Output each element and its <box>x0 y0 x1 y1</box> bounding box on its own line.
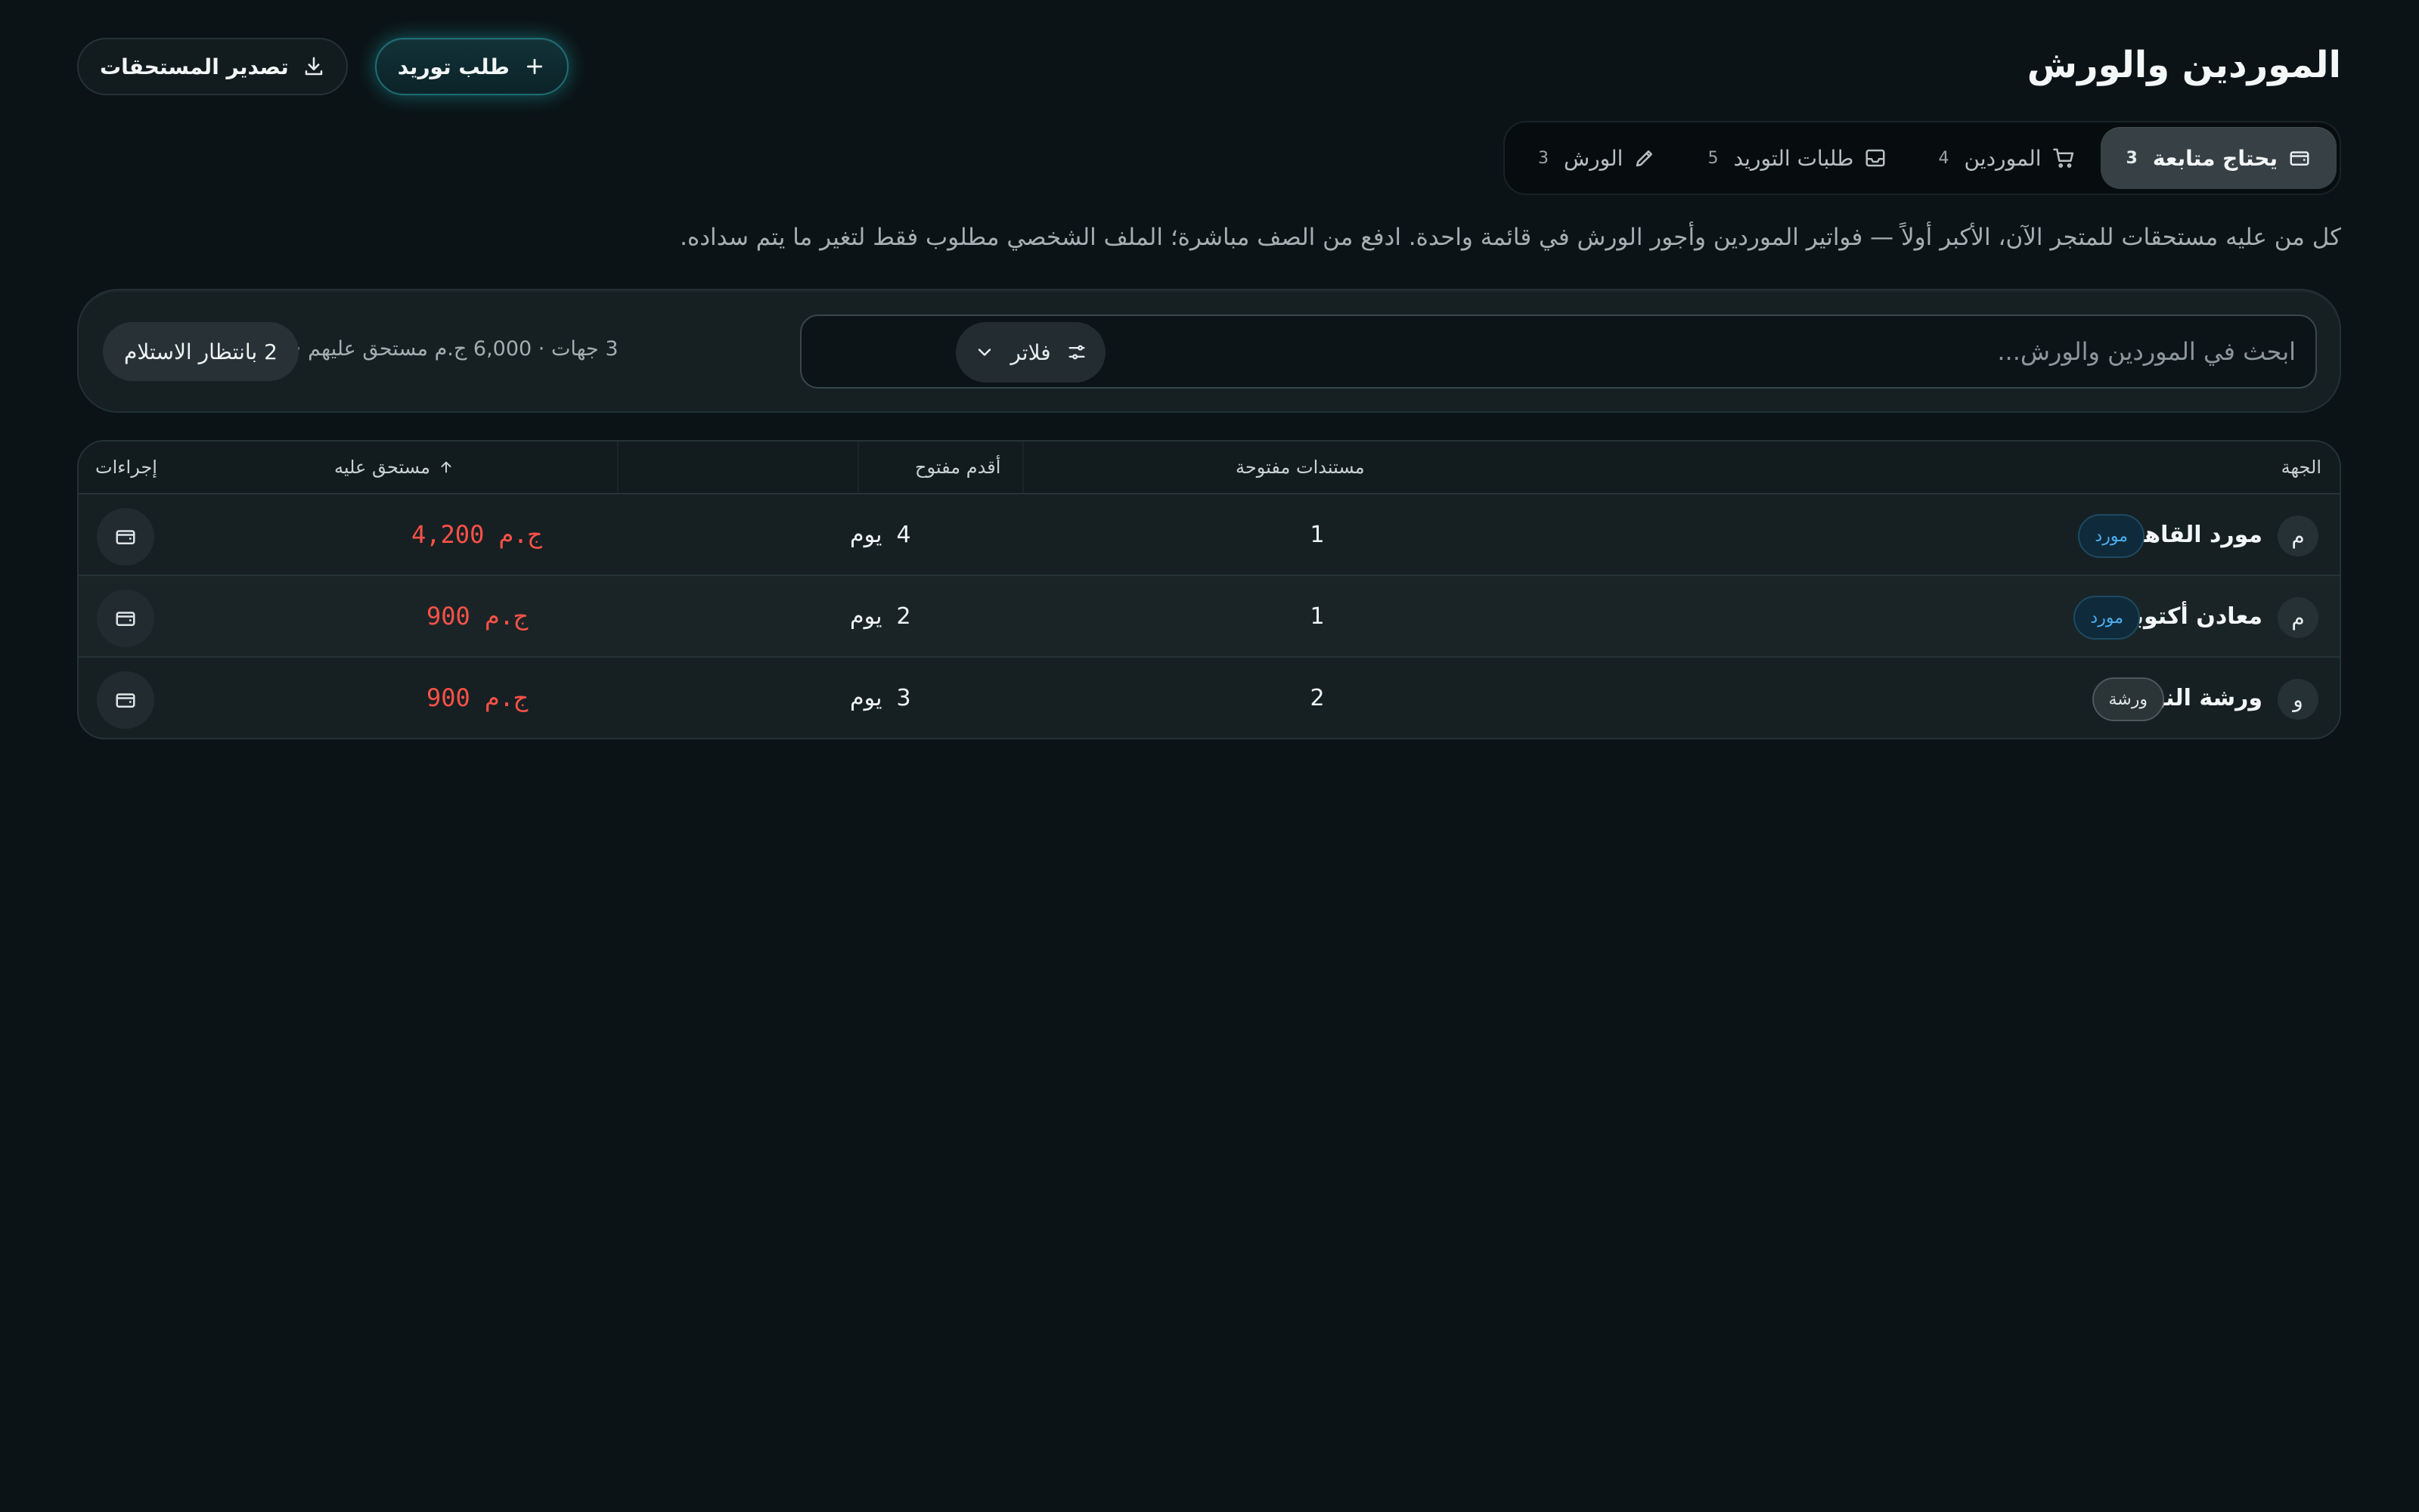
page: الموردين والورش تصدير المستحقات طلب توري… <box>77 0 2342 1512</box>
age-days: 2 <box>896 603 911 630</box>
wallet-icon <box>116 693 135 708</box>
header-actions: تصدير المستحقات طلب توريد <box>77 38 569 95</box>
column-oldest-open[interactable]: أقدم مفتوح <box>915 457 1000 478</box>
filters-button[interactable]: فلاتر <box>956 322 1106 383</box>
pay-button[interactable] <box>97 508 154 565</box>
tab-count: 4 <box>1938 148 1949 168</box>
plus-icon <box>526 58 542 75</box>
entity-name[interactable]: معادن أكتوبر <box>2121 603 2262 630</box>
page-title: الموردين والورش <box>2027 44 2342 86</box>
inbox-icon <box>1865 149 1885 167</box>
table-row[interactable]: م مورد القاهرة مورد 1 4 يوم 4,200 ج.م <box>79 494 2340 576</box>
column-due-label: مستحق عليه <box>334 457 431 478</box>
type-badge: مورد <box>2078 514 2145 558</box>
tab-supply-requests[interactable]: طلبات التوريد 5 <box>1682 127 1912 189</box>
dues-summary: 3 جهات · 6,000 ج.م مستحق عليهم · <box>295 337 619 361</box>
tab-label: الورش <box>1563 145 1624 171</box>
open-docs-count: 2 <box>1310 685 1325 711</box>
filters-label: فلاتر <box>1010 339 1051 365</box>
header: الموردين والورش تصدير المستحقات طلب توري… <box>77 38 2342 95</box>
tab-workshops[interactable]: الورش 3 <box>1512 127 1682 189</box>
oldest-open-age: 2 يوم <box>850 603 911 630</box>
column-divider <box>617 442 619 493</box>
wallet-icon <box>2290 151 2309 166</box>
type-badge: ورشة <box>2092 677 2164 721</box>
age-unit: يوم <box>850 603 882 630</box>
tab-needs-followup[interactable]: يحتاج متابعة 3 <box>2100 127 2337 189</box>
due-amount: 900 ج.م <box>426 602 529 631</box>
age-days: 4 <box>896 522 911 548</box>
table-row[interactable]: م معادن أكتوبر مورد 1 2 يوم 900 ج.م <box>79 576 2340 658</box>
search-toolbar: فلاتر 3 جهات · 6,000 ج.م مستحق عليهم · 2… <box>77 289 2341 413</box>
wallet-icon <box>116 612 135 626</box>
table-header: الجهة مستندات مفتوحة أقدم مفتوح مستحق عل… <box>79 442 2340 494</box>
type-badge: مورد <box>2073 596 2140 640</box>
table-row[interactable]: و ورشة النور ورشة 2 3 يوم 900 ج.م <box>79 658 2340 738</box>
due-amount: 900 ج.م <box>426 683 529 712</box>
avatar: م <box>2278 516 2318 556</box>
dues-table: الجهة مستندات مفتوحة أقدم مفتوح مستحق عل… <box>77 440 2341 739</box>
oldest-open-age: 3 يوم <box>850 685 911 711</box>
export-dues-button[interactable]: تصدير المستحقات <box>77 38 348 95</box>
open-docs-count: 1 <box>1310 522 1325 548</box>
pay-button[interactable] <box>97 590 154 647</box>
supply-request-label: طلب توريد <box>397 54 510 79</box>
tab-count: 3 <box>2126 148 2138 168</box>
page-description: كل من عليه مستحقات للمتجر الآن، الأكبر أ… <box>680 224 2341 251</box>
column-open-docs[interactable]: مستندات مفتوحة <box>1236 457 1365 478</box>
tab-bar: يحتاج متابعة 3 الموردين 4 طلبات التوريد … <box>1503 121 2341 195</box>
age-unit: يوم <box>850 685 882 711</box>
tab-suppliers[interactable]: الموردين 4 <box>1912 127 2100 189</box>
tab-label: يحتاج متابعة <box>2152 145 2278 171</box>
column-divider <box>1022 442 1024 493</box>
column-actions: إجراءات <box>95 457 157 478</box>
pencil-icon <box>1636 150 1653 167</box>
avatar: و <box>2278 679 2318 720</box>
open-docs-count: 1 <box>1310 603 1325 630</box>
sliders-icon <box>1068 345 1085 360</box>
age-unit: يوم <box>850 522 882 548</box>
tab-count: 5 <box>1707 148 1719 168</box>
export-dues-label: تصدير المستحقات <box>100 54 289 79</box>
download-icon <box>305 57 322 76</box>
oldest-open-age: 4 يوم <box>850 522 911 548</box>
pay-button[interactable] <box>97 671 154 729</box>
wallet-icon <box>116 530 135 544</box>
age-days: 3 <box>896 685 911 711</box>
tab-label: طلبات التوريد <box>1733 145 1854 171</box>
arrow-up-icon <box>441 461 451 473</box>
tab-label: الموردين <box>1964 145 2042 171</box>
tab-count: 3 <box>1537 148 1549 168</box>
column-divider <box>858 442 859 493</box>
supply-request-button[interactable]: طلب توريد <box>374 38 569 95</box>
column-entity[interactable]: الجهة <box>2281 457 2321 478</box>
avatar: م <box>2278 597 2318 638</box>
pending-receipt-badge[interactable]: 2 بانتظار الاستلام <box>103 322 299 381</box>
due-amount: 4,200 ج.م <box>411 520 543 549</box>
column-due[interactable]: مستحق عليه <box>334 457 454 478</box>
cart-icon <box>2052 148 2073 168</box>
chevron-down-icon <box>978 349 991 356</box>
